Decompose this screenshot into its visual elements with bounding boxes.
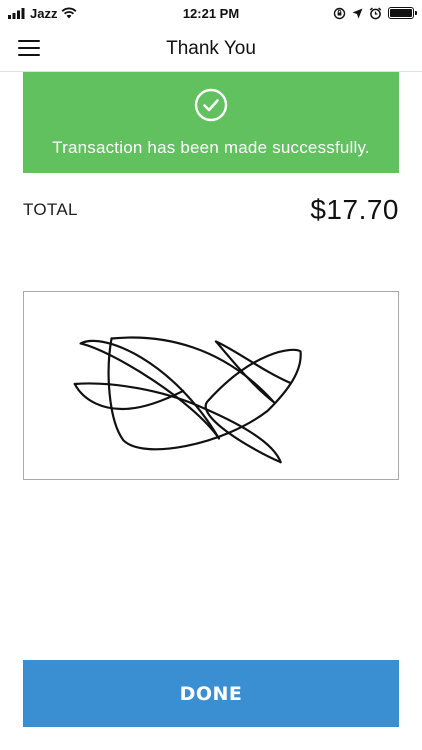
success-banner: Transaction has been made successfully. (23, 72, 399, 173)
signature-stroke (73, 336, 302, 464)
check-circle-icon (194, 88, 228, 122)
carrier-name: Jazz (30, 5, 58, 21)
location-icon (352, 8, 363, 18)
wifi-icon (62, 7, 77, 19)
success-message: Transaction has been made successfully. (52, 138, 370, 157)
signature-pad[interactable] (23, 291, 399, 480)
total-amount: $17.70 (310, 194, 399, 225)
battery-icon (388, 7, 417, 19)
battery-level (390, 9, 412, 17)
total-label: TOTAL (23, 200, 78, 219)
alarm-icon (369, 6, 382, 19)
status-left: Jazz (8, 6, 77, 21)
status-bar: Jazz 12:21 PM (0, 0, 422, 26)
navigation-bar: Thank You (0, 26, 422, 72)
page-title: Thank You (166, 37, 256, 59)
signal-icon (8, 7, 25, 19)
status-right (333, 6, 417, 20)
total-row: TOTAL $17.70 (23, 190, 399, 230)
done-button[interactable]: DONE (23, 660, 399, 727)
hamburger-menu-icon[interactable] (18, 40, 40, 56)
orientation-lock-icon (333, 7, 346, 19)
